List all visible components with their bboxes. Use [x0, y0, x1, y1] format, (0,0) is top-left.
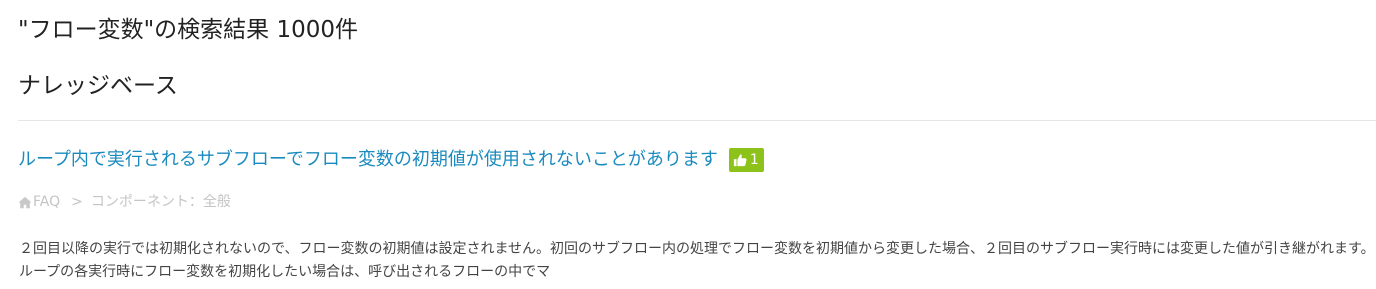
search-results-title: "フロー変数"の検索結果 1000件 — [18, 17, 359, 43]
breadcrumb: FAQ > コンポーネント：全般 — [18, 192, 231, 212]
breadcrumb-subcategory[interactable]: コンポーネント：全般 — [91, 192, 231, 212]
search-result-link[interactable]: ループ内で実行されるサブフローでフロー変数の初期値が使用されないことがあります — [18, 146, 718, 174]
search-result-snippet: ２回目以降の実行では初期化されないので、フロー変数の初期値は設定されません。初回… — [19, 241, 1375, 280]
section-divider — [18, 120, 1376, 121]
section-title-knowledge-base: ナレッジベース — [18, 73, 178, 99]
breadcrumb-separator: > — [71, 194, 83, 210]
breadcrumb-category[interactable]: FAQ — [33, 192, 60, 212]
like-count: 1 — [749, 152, 759, 168]
thumbs-up-icon — [733, 154, 747, 167]
like-count-badge[interactable]: 1 — [728, 148, 764, 172]
home-icon — [18, 196, 32, 208]
search-result-item: ループ内で実行されるサブフローでフロー変数の初期値が使用されないことがあります … — [18, 145, 764, 175]
